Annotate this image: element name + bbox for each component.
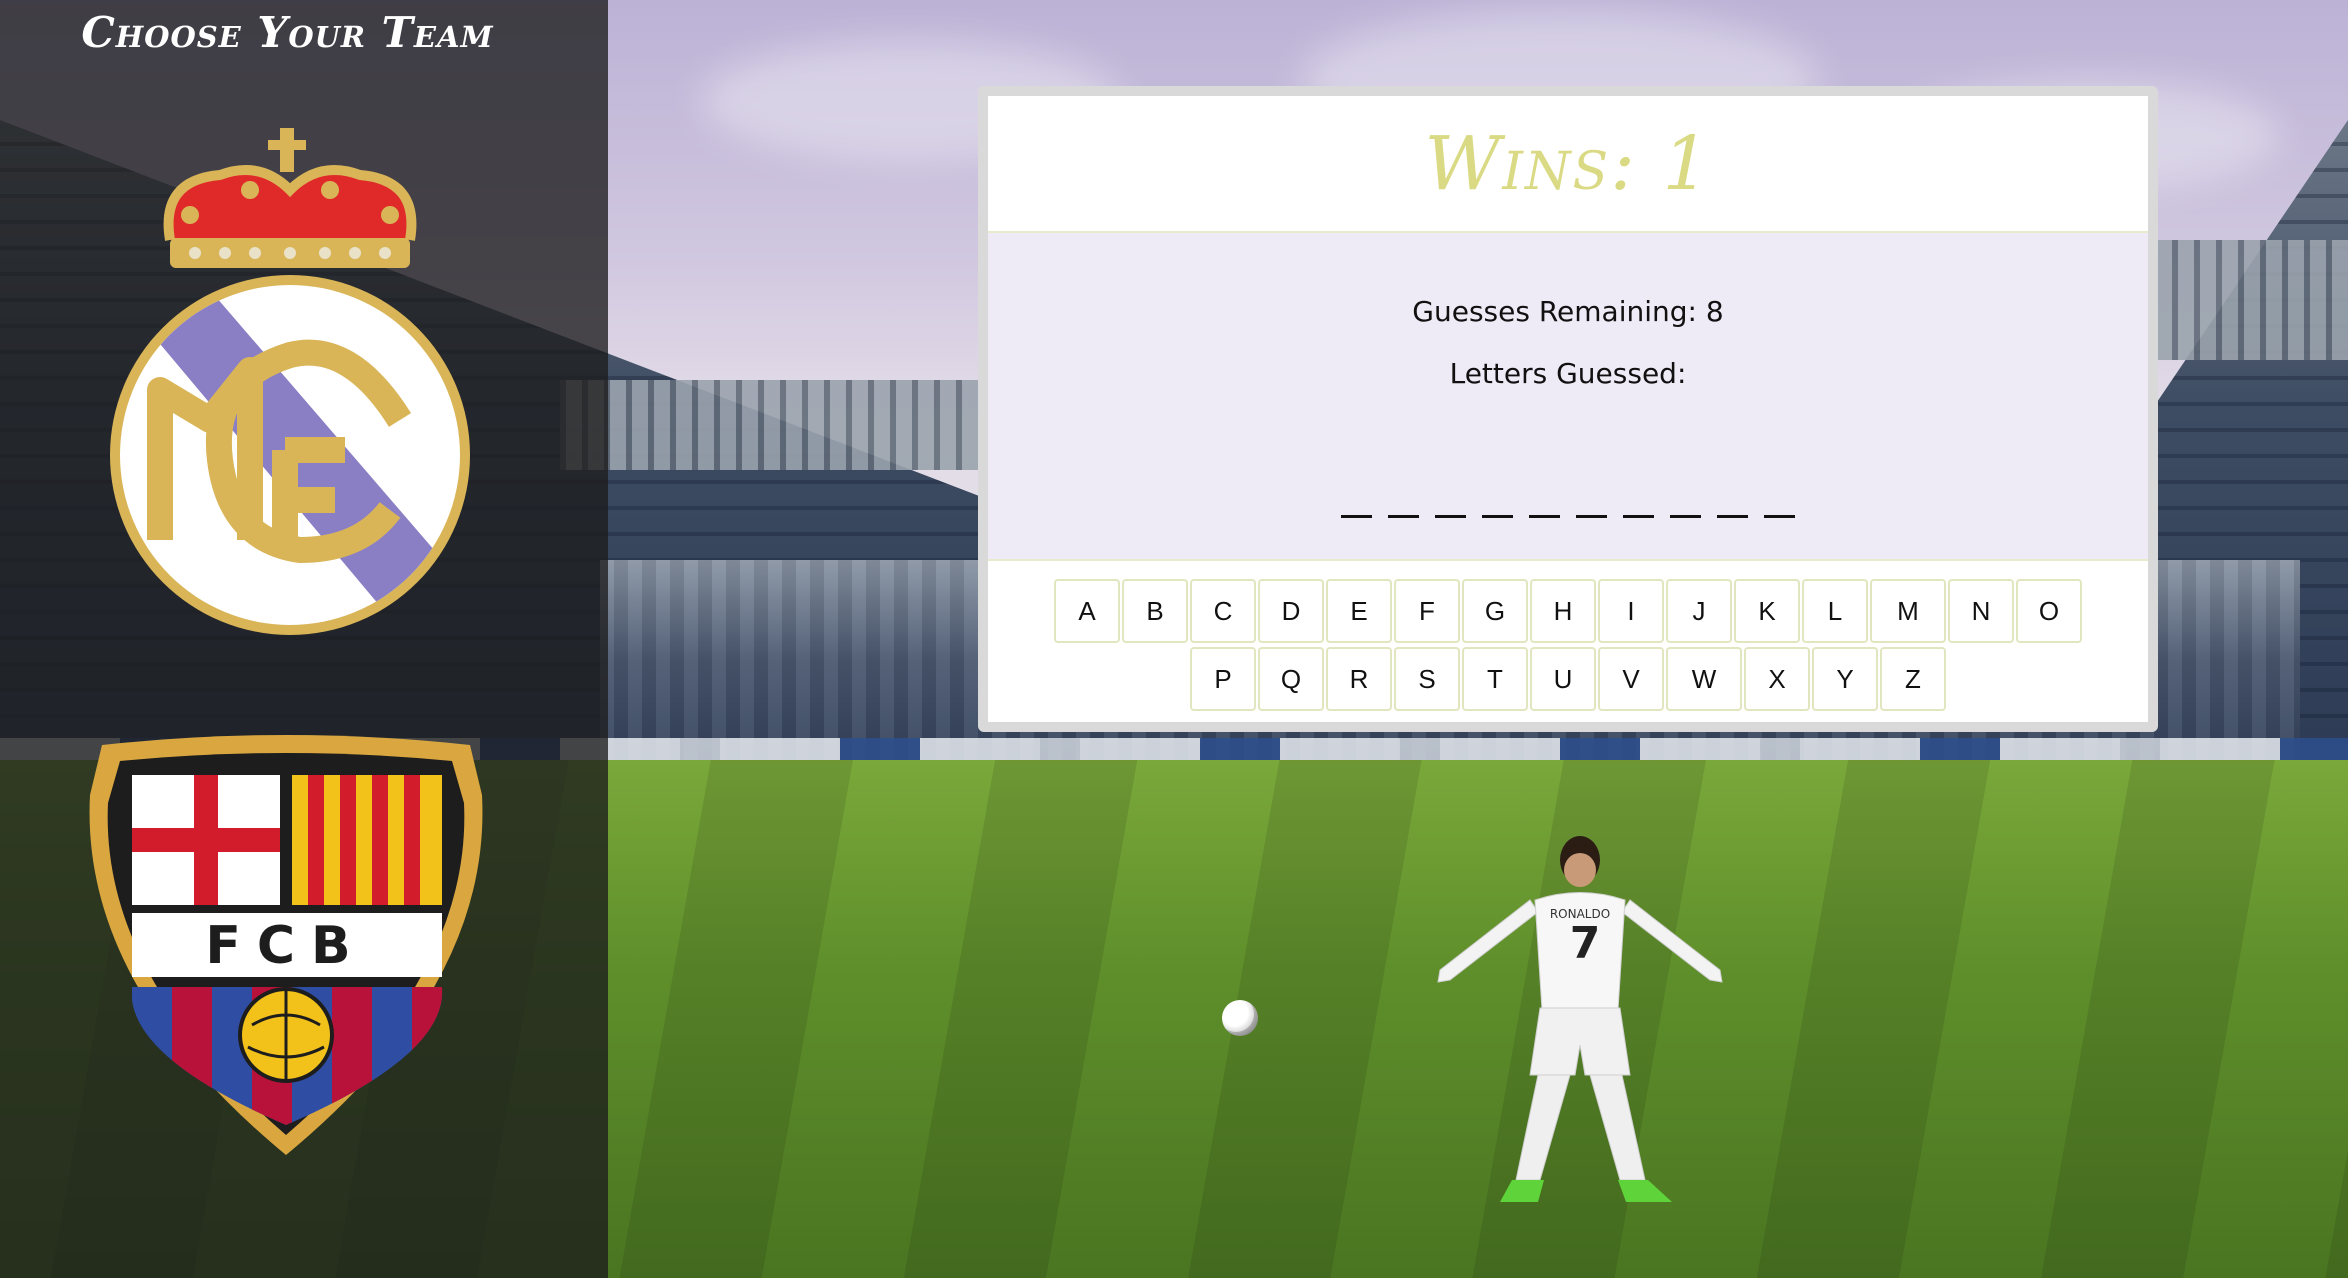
key-l[interactable]: L xyxy=(1802,579,1868,643)
key-c[interactable]: C xyxy=(1190,579,1256,643)
letter-blank xyxy=(1482,515,1513,518)
key-f[interactable]: F xyxy=(1394,579,1460,643)
letter-blank xyxy=(1717,515,1748,518)
jersey-number: 7 xyxy=(1570,918,1601,969)
keyboard-row-2: PQRSTUVWXYZ xyxy=(988,647,2148,711)
key-r[interactable]: R xyxy=(1326,647,1392,711)
key-t[interactable]: T xyxy=(1462,647,1528,711)
key-o[interactable]: O xyxy=(2016,579,2082,643)
key-d[interactable]: D xyxy=(1258,579,1324,643)
jersey-name: RONALDO xyxy=(1550,907,1610,921)
letter-blank xyxy=(1670,515,1701,518)
real-madrid-crest-button[interactable] xyxy=(100,120,480,650)
key-j[interactable]: J xyxy=(1666,579,1732,643)
key-m[interactable]: M xyxy=(1870,579,1946,643)
key-b[interactable]: B xyxy=(1122,579,1188,643)
key-n[interactable]: N xyxy=(1948,579,2014,643)
letter-blank xyxy=(1764,515,1795,518)
letter-blank xyxy=(1623,515,1654,518)
letter-blank xyxy=(1435,515,1466,518)
wins-counter: Wins: 1 xyxy=(1424,120,1712,207)
guesses-remaining: Guesses Remaining: 8 xyxy=(1412,295,1724,328)
hangman-panel: Wins: 1 Guesses Remaining: 8 Letters Gue… xyxy=(978,86,2158,732)
key-q[interactable]: Q xyxy=(1258,647,1324,711)
letter-blank xyxy=(1341,515,1372,518)
team-sidebar: Choose Your Team FCB xyxy=(0,0,608,1278)
key-s[interactable]: S xyxy=(1394,647,1460,711)
fcb-crest-letters: FCB xyxy=(205,916,366,976)
key-w[interactable]: W xyxy=(1666,647,1742,711)
hangman-panel-inner: Wins: 1 Guesses Remaining: 8 Letters Gue… xyxy=(988,96,2148,722)
key-y[interactable]: Y xyxy=(1812,647,1878,711)
stadium-roof xyxy=(2150,240,2348,360)
stadium-roof xyxy=(560,380,990,470)
key-g[interactable]: G xyxy=(1462,579,1528,643)
key-i[interactable]: I xyxy=(1598,579,1664,643)
key-u[interactable]: U xyxy=(1530,647,1596,711)
sidebar-title: Choose Your Team xyxy=(81,8,494,57)
key-v[interactable]: V xyxy=(1598,647,1664,711)
letters-guessed: Letters Guessed: xyxy=(1449,357,1687,390)
key-e[interactable]: E xyxy=(1326,579,1392,643)
key-h[interactable]: H xyxy=(1530,579,1596,643)
key-z[interactable]: Z xyxy=(1880,647,1946,711)
player-figure: 7 RONALDO xyxy=(1437,836,1723,1202)
wins-header: Wins: 1 xyxy=(988,96,2148,233)
football-ball xyxy=(1222,1000,1258,1036)
key-x[interactable]: X xyxy=(1744,647,1810,711)
letter-blank xyxy=(1529,515,1560,518)
key-p[interactable]: P xyxy=(1190,647,1256,711)
key-k[interactable]: K xyxy=(1734,579,1800,643)
letter-keyboard: ABCDEFGHIJKLMNO PQRSTUVWXYZ xyxy=(988,559,2148,721)
key-a[interactable]: A xyxy=(1054,579,1120,643)
word-blanks xyxy=(988,515,2148,518)
keyboard-row-1: ABCDEFGHIJKLMNO xyxy=(988,579,2148,643)
fc-barcelona-crest-button[interactable]: FCB xyxy=(72,725,500,1160)
letter-blank xyxy=(1388,515,1419,518)
letter-blank xyxy=(1576,515,1607,518)
